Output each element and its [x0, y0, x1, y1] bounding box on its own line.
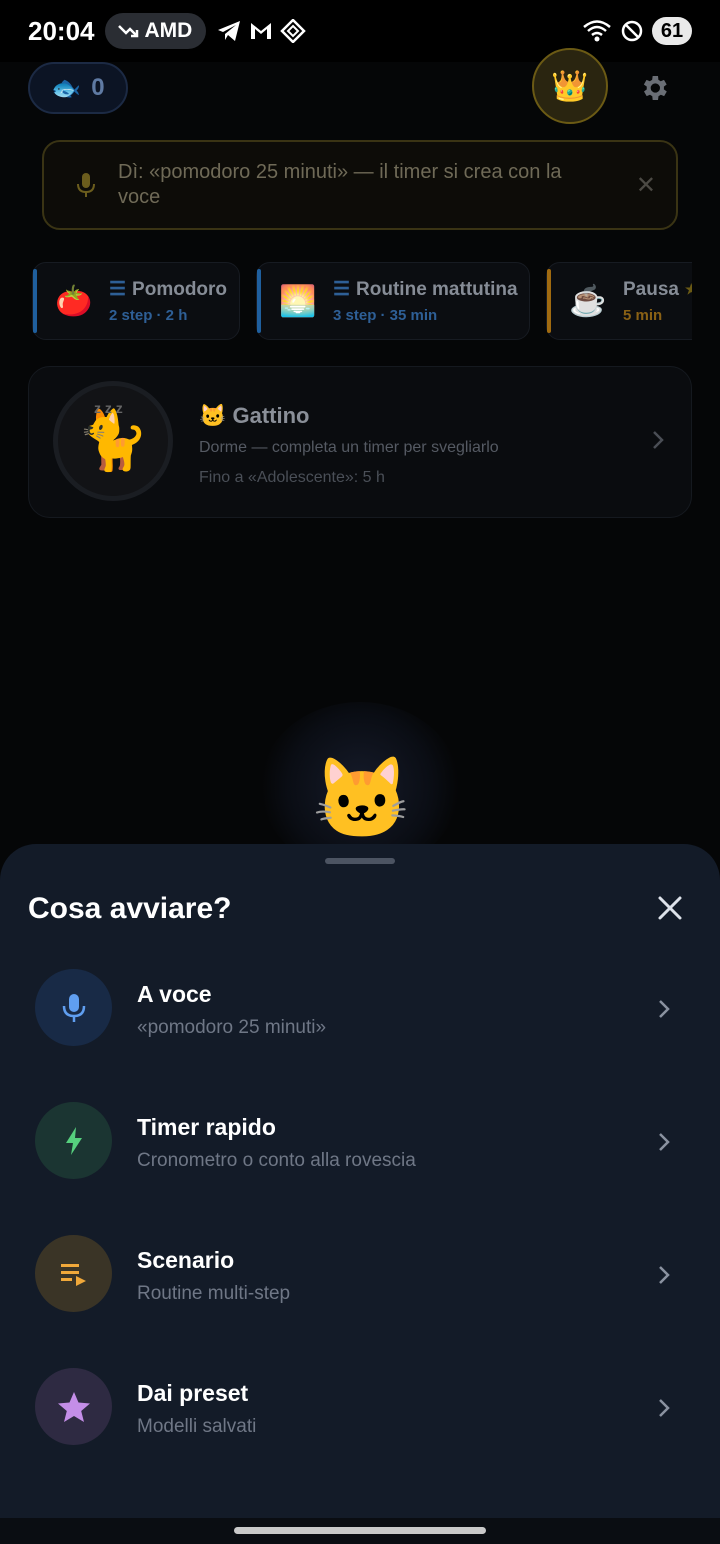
option-subtitle: Routine multi-step	[137, 1283, 291, 1304]
fish-counter[interactable]: 🐟 0	[28, 62, 128, 114]
pet-card[interactable]: z z z 🐈 🐱 Gattino Dorme — completa un ti…	[28, 366, 692, 518]
option-title: A voce	[137, 981, 212, 1007]
pet-avatar: z z z 🐈	[53, 381, 173, 501]
home-gesture-handle[interactable]	[234, 1527, 486, 1534]
voice-hint-text: Dì: «pomodoro 25 minuti» — il timer si c…	[118, 161, 562, 208]
option-icon-circle	[35, 1368, 112, 1445]
chip-accent	[33, 269, 37, 333]
coffee-icon: ☕	[569, 284, 607, 318]
settings-button[interactable]	[634, 68, 674, 108]
mic-icon	[62, 993, 85, 1022]
chip-title: Pomodoro	[132, 278, 228, 300]
sunrise-icon: 🌅	[279, 284, 317, 318]
trend-down-icon	[117, 25, 138, 38]
premium-button[interactable]: 👑	[532, 48, 608, 124]
bolt-icon	[65, 1126, 82, 1155]
option-icon-circle	[35, 1102, 112, 1179]
list-icon: ☰	[333, 279, 351, 300]
close-icon	[658, 896, 682, 920]
option-subtitle: Cronometro o conto alla rovescia	[137, 1150, 416, 1171]
chip-accent	[547, 269, 551, 333]
chip-sub: 3 step · 35 min	[333, 307, 438, 324]
option-title: Dai preset	[137, 1380, 249, 1406]
chip-pausa[interactable]: ☕ Pausa ★ 5 min	[546, 262, 692, 340]
tomato-icon: 🍅	[55, 284, 93, 318]
voice-hint-banner[interactable]: Dì: «pomodoro 25 minuti» — il timer si c…	[42, 140, 678, 230]
close-icon[interactable]: ✕	[636, 171, 656, 200]
playlist-icon	[60, 1263, 86, 1286]
pet-name: 🐱 Gattino	[199, 403, 310, 428]
chevron-right-icon	[659, 1399, 670, 1417]
option-icon-circle	[35, 969, 112, 1046]
wifi-icon	[583, 20, 611, 42]
chevron-right-icon	[653, 431, 664, 449]
chevron-right-icon	[659, 1000, 670, 1018]
cat-mascot-icon: 🐱	[312, 754, 412, 843]
chip-title: Routine mattutina	[356, 278, 518, 300]
fish-icon: 🐟	[51, 74, 82, 102]
pet-status: Dorme — completa un timer per svegliarlo	[199, 439, 499, 456]
close-button[interactable]	[652, 890, 688, 926]
option-voice[interactable]: A voce «pomodoro 25 minuti»	[0, 969, 720, 1089]
gmail-icon	[251, 23, 272, 39]
chevron-right-icon	[659, 1133, 670, 1151]
sheet-title: Cosa avviare?	[28, 892, 232, 925]
fish-count: 0	[91, 74, 105, 101]
option-title: Timer rapido	[137, 1114, 276, 1140]
option-title: Scenario	[137, 1247, 235, 1273]
do-not-disturb-icon	[621, 20, 643, 42]
preset-chips: 🍅 ☰ Pomodoro 2 step · 2 h 🌅 ☰ Routine matt…	[32, 262, 692, 342]
option-subtitle: «pomodoro 25 minuti»	[137, 1017, 327, 1038]
option-subtitle: Modelli salvati	[137, 1416, 257, 1437]
mic-icon	[77, 173, 95, 197]
chip-routine[interactable]: 🌅 ☰ Routine mattutina 3 step · 35 min	[256, 262, 530, 340]
amd-badge: AMD	[104, 13, 207, 49]
gesture-nav-bar	[0, 1518, 720, 1544]
amd-label: AMD	[144, 19, 193, 42]
chip-sub: 5 min	[623, 306, 663, 324]
gear-icon	[643, 76, 667, 100]
star-icon: ★	[684, 281, 692, 297]
pet-goal: Fino a «Adolescente»: 5 h	[199, 469, 385, 486]
telegram-icon	[218, 21, 241, 41]
chip-sub: 2 step · 2 h	[109, 307, 188, 324]
chip-title: Pausa	[623, 278, 679, 300]
battery-level: 61	[652, 17, 692, 45]
crown-icon: 👑	[551, 69, 589, 103]
option-quick-timer[interactable]: Timer rapido Cronometro o conto alla rov…	[0, 1102, 720, 1222]
chip-pomodoro[interactable]: 🍅 ☰ Pomodoro 2 step · 2 h	[32, 262, 240, 340]
option-icon-circle	[35, 1235, 112, 1312]
option-preset[interactable]: Dai preset Modelli salvati	[0, 1368, 720, 1488]
chip-accent	[257, 269, 261, 333]
start-sheet: Cosa avviare? A voce «pomodoro 25 minuti…	[0, 844, 720, 1544]
sleep-icon: z z z	[94, 400, 123, 416]
star-icon	[57, 1391, 90, 1422]
chevron-right-icon	[659, 1266, 670, 1284]
sheet-drag-handle[interactable]	[325, 858, 395, 864]
list-icon: ☰	[109, 279, 127, 300]
status-time: 20:04	[28, 15, 95, 46]
status-bar: 20:04 AMD 61	[0, 0, 720, 62]
sleeping-cat-icon: 🐈	[76, 408, 150, 473]
option-scenario[interactable]: Scenario Routine multi-step	[0, 1235, 720, 1355]
app-diamond-icon	[280, 19, 307, 43]
